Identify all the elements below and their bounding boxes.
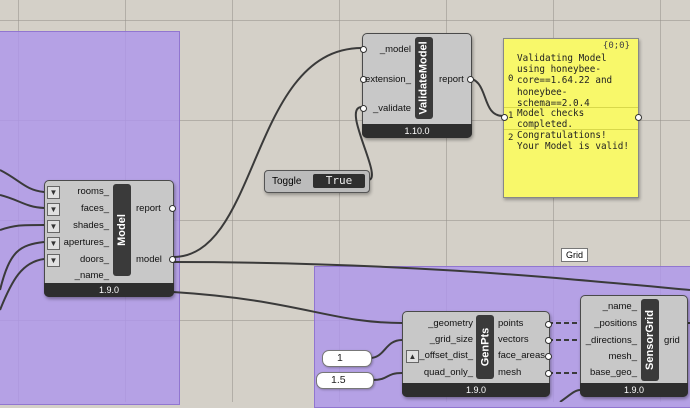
number-input-1[interactable]: 1 bbox=[322, 350, 372, 367]
down-arrow-icon[interactable]: ▼ bbox=[47, 186, 60, 199]
wire-model-to-genpts bbox=[172, 291, 403, 324]
output-report[interactable]: report bbox=[136, 203, 161, 214]
output-mesh-knob[interactable] bbox=[545, 370, 552, 377]
genpts-component[interactable]: _geometry _grid_size ▲ _offset_dist_ qua… bbox=[402, 311, 552, 397]
output-report-knob[interactable] bbox=[467, 76, 474, 83]
sensorgrid-title[interactable]: SensorGrid bbox=[641, 299, 659, 381]
wire-model-to-grid bbox=[172, 261, 690, 291]
sensorgrid-component[interactable]: _name_ _positions _directions_ mesh_ bas… bbox=[580, 295, 688, 397]
output-panel[interactable]: {0;0} 0 Validating Model using honeybee-… bbox=[501, 38, 642, 198]
number-input-2[interactable]: 1.5 bbox=[316, 372, 374, 389]
panel-row-index: 0 bbox=[508, 74, 514, 84]
output-points-knob[interactable] bbox=[545, 321, 552, 328]
input-extension[interactable]: extension_ bbox=[363, 74, 411, 85]
panel-input-knob[interactable] bbox=[501, 114, 508, 121]
input-shades[interactable]: shades_ bbox=[61, 220, 109, 231]
output-vectors-knob[interactable] bbox=[545, 337, 552, 344]
validate-model-component[interactable]: _model extension_ _validate ValidateMode… bbox=[360, 33, 474, 138]
input-positions[interactable]: _positions bbox=[583, 318, 637, 329]
wire-model-to-validate bbox=[172, 47, 363, 258]
output-model[interactable]: model bbox=[136, 254, 162, 265]
input-mesh[interactable]: mesh_ bbox=[583, 351, 637, 362]
output-report[interactable]: report bbox=[439, 74, 464, 85]
model-version: 1.9.0 bbox=[44, 283, 174, 297]
wire-off-bottom-1 bbox=[559, 389, 581, 402]
genpts-title[interactable]: GenPts bbox=[476, 315, 494, 379]
input-name[interactable]: _name_ bbox=[61, 270, 109, 281]
input-validate-knob[interactable] bbox=[360, 105, 367, 112]
input-quad-only[interactable]: quad_only_ bbox=[407, 367, 473, 378]
down-arrow-icon[interactable]: ▼ bbox=[47, 203, 60, 216]
output-points[interactable]: points bbox=[498, 318, 523, 329]
wire-left-3 bbox=[0, 224, 45, 231]
input-model[interactable]: _model bbox=[367, 44, 411, 55]
wire-slider1-to-genpts bbox=[369, 339, 403, 359]
input-geometry[interactable]: _geometry bbox=[407, 318, 473, 329]
wire-left-1 bbox=[0, 169, 45, 193]
output-report-knob[interactable] bbox=[169, 205, 176, 212]
wire-left-2 bbox=[0, 194, 45, 209]
toggle-value[interactable]: True bbox=[313, 174, 365, 188]
validate-title[interactable]: ValidateModel bbox=[415, 37, 433, 119]
wire-left-4 bbox=[0, 241, 45, 291]
sensorgrid-title-text: SensorGrid bbox=[644, 310, 656, 370]
boolean-toggle[interactable]: Toggle True bbox=[264, 170, 370, 193]
up-arrow-icon[interactable]: ▲ bbox=[406, 350, 419, 363]
panel-row: 1 Model checks completed. bbox=[504, 107, 638, 131]
toggle-label: Toggle bbox=[272, 176, 302, 187]
sensorgrid-version: 1.9.0 bbox=[580, 383, 688, 397]
input-grid-size[interactable]: _grid_size bbox=[407, 334, 473, 345]
input-validate[interactable]: _validate bbox=[367, 103, 411, 114]
genpts-title-text: GenPts bbox=[479, 327, 492, 367]
model-title-text: Model bbox=[116, 214, 128, 246]
input-name[interactable]: _name_ bbox=[583, 301, 637, 312]
down-arrow-icon[interactable]: ▼ bbox=[47, 254, 60, 267]
panel-row-index: 1 bbox=[508, 111, 514, 121]
panel-output-knob[interactable] bbox=[635, 114, 642, 121]
panel-row-text: Validating Model using honeybee- core==1… bbox=[517, 53, 613, 109]
output-vectors[interactable]: vectors bbox=[498, 334, 529, 345]
validate-title-text: ValidateModel bbox=[418, 41, 431, 115]
model-component[interactable]: ▼ ▼ ▼ ▼ ▼ rooms_ faces_ shades_ aperture… bbox=[44, 180, 176, 297]
input-faces[interactable]: faces_ bbox=[61, 203, 109, 214]
output-model-knob[interactable] bbox=[169, 256, 176, 263]
panel-row: 2 Congratulations! Your Model is valid! bbox=[504, 129, 638, 154]
output-face-areas[interactable]: face_areas bbox=[498, 350, 545, 361]
panel-row-text: Congratulations! Your Model is valid! bbox=[517, 130, 629, 153]
output-grid[interactable]: grid bbox=[664, 335, 680, 346]
input-base-geo[interactable]: base_geo_ bbox=[583, 367, 637, 378]
panel-row-text: Model checks completed. bbox=[517, 108, 585, 131]
panel-row: 0 Validating Model using honeybee- core=… bbox=[504, 52, 638, 109]
input-model-knob[interactable] bbox=[360, 46, 367, 53]
input-apertures[interactable]: apertures_ bbox=[55, 237, 109, 248]
panel-row-index: 2 bbox=[508, 133, 514, 143]
panel-path-header: {0;0} bbox=[602, 41, 630, 51]
input-rooms[interactable]: rooms_ bbox=[61, 186, 109, 197]
wire-slider2-to-genpts bbox=[371, 372, 403, 381]
output-mesh[interactable]: mesh bbox=[498, 367, 521, 378]
down-arrow-icon[interactable]: ▼ bbox=[47, 220, 60, 233]
genpts-version: 1.9.0 bbox=[402, 383, 550, 397]
input-offset-dist[interactable]: _offset_dist_ bbox=[419, 350, 473, 361]
output-face-areas-knob[interactable] bbox=[545, 353, 552, 360]
model-title[interactable]: Model bbox=[113, 184, 131, 276]
input-directions[interactable]: _directions_ bbox=[581, 335, 637, 346]
group-tag: Grid bbox=[561, 248, 589, 262]
input-doors[interactable]: doors_ bbox=[61, 254, 109, 265]
validate-version: 1.10.0 bbox=[362, 124, 472, 138]
